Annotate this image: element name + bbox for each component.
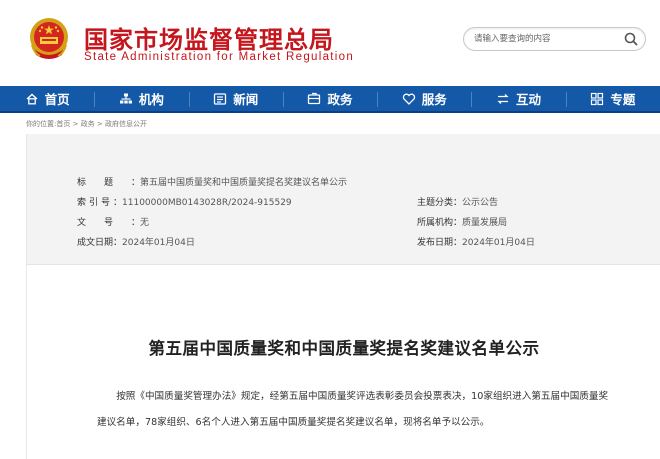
nav-label-org: 机构 [138,92,164,107]
meta-docno-label: 文号 [77,218,132,228]
content-panel: 标题：第五届中国质量奖和中国质量奖提名奖建议名单公示 索引号：11100000M… [26,134,660,459]
meta-colon: ： [131,218,141,228]
topic-icon [591,92,604,105]
service-icon [402,93,415,105]
meta-colon: ： [113,198,123,208]
nav-label-topic: 专题 [610,92,636,107]
affairs-icon [308,92,321,104]
search-input[interactable] [474,31,619,47]
nav-item-service[interactable]: 服务 [377,86,471,111]
meta-title-value: 第五届中国质量奖和中国质量奖提名奖建议名单公示 [140,178,348,188]
breadcrumb-item-affairs[interactable]: 政务 [81,120,95,128]
meta-org-row: 所属机构：质量发展局 [417,215,507,228]
nav-item-affairs[interactable]: 政务 [282,86,377,111]
home-icon [26,93,38,104]
nav-label-home: 首页 [44,92,70,107]
nav-label-service: 服务 [421,92,447,107]
meta-created-row: 成文日期：2024年01月04日 [77,235,195,248]
site-header: 国家市场监督管理总局 State Administration for Mark… [0,0,660,86]
meta-colon: ： [131,178,141,188]
meta-index-value: 11100000MB0143028R/2024-915529 [122,198,292,208]
site-subtitle: State Administration for Market Regulati… [84,51,355,63]
national-emblem-icon[interactable] [26,15,72,65]
meta-category-row: 主题分类：公示公告 [417,195,498,208]
breadcrumb-item-home[interactable]: 首页 [56,120,70,128]
breadcrumb: 你的位置:首页 > 政务 > 政府信息公开 [26,119,147,129]
org-icon [119,93,132,103]
meta-colon: ： [453,198,463,208]
breadcrumb-separator: > [94,120,106,128]
meta-category-value: 公示公告 [462,198,499,208]
meta-published-label: 发布日期 [417,238,454,248]
meta-created-value: 2024年01月04日 [122,238,195,248]
search-box [463,27,646,51]
meta-colon: ： [453,218,463,228]
meta-published-row: 发布日期：2024年01月04日 [417,235,535,248]
meta-title-row: 标题：第五届中国质量奖和中国质量奖提名奖建议名单公示 [77,175,347,188]
article-title: 第五届中国质量奖和中国质量奖提名奖建议名单公示 [148,339,540,358]
breadcrumb-item-disclosure[interactable]: 政府信息公开 [105,120,147,128]
nav-label-affairs: 政务 [327,92,353,107]
news-icon [214,92,227,105]
breadcrumb-prefix: 你的位置: [26,120,57,128]
meta-org-label: 所属机构 [417,218,454,228]
meta-category-label: 主题分类 [417,198,454,208]
meta-colon: ： [453,238,463,248]
document-meta-box: 标题：第五届中国质量奖和中国质量奖提名奖建议名单公示 索引号：11100000M… [27,134,660,265]
nav-item-home[interactable]: 首页 [0,86,94,111]
article-body: 按照《中国质量奖管理办法》规定，经第五届中国质量奖评选表彰委员会投票表决，10家… [97,391,609,428]
nav-item-news[interactable]: 新闻 [188,86,283,111]
nav-item-interact[interactable]: 互动 [471,86,565,111]
meta-org-value: 质量发展局 [462,218,508,228]
search-icon[interactable] [623,31,639,47]
meta-index-row: 索引号：11100000MB0143028R/2024-915529 [77,195,292,208]
nav-item-org[interactable]: 机构 [94,86,188,111]
main-nav: 首页 机构 新闻 政务 服务 互动 专题 [0,86,660,113]
meta-colon: ： [113,238,123,248]
interact-icon [497,93,509,104]
meta-title-label: 标题 [77,178,132,188]
nav-label-news: 新闻 [233,92,259,107]
site-title[interactable]: 国家市场监督管理总局 [84,20,334,55]
meta-created-label: 成文日期 [77,238,114,248]
meta-docno-row: 文号：无 [77,215,149,228]
breadcrumb-separator: > [70,120,81,128]
page: 国家市场监督管理总局 State Administration for Mark… [0,0,660,459]
meta-published-value: 2024年01月04日 [462,238,535,248]
meta-docno-value: 无 [140,218,150,228]
nav-item-topic[interactable]: 专题 [565,86,660,111]
meta-index-label: 索引号 [77,198,114,208]
nav-label-interact: 互动 [516,92,542,107]
